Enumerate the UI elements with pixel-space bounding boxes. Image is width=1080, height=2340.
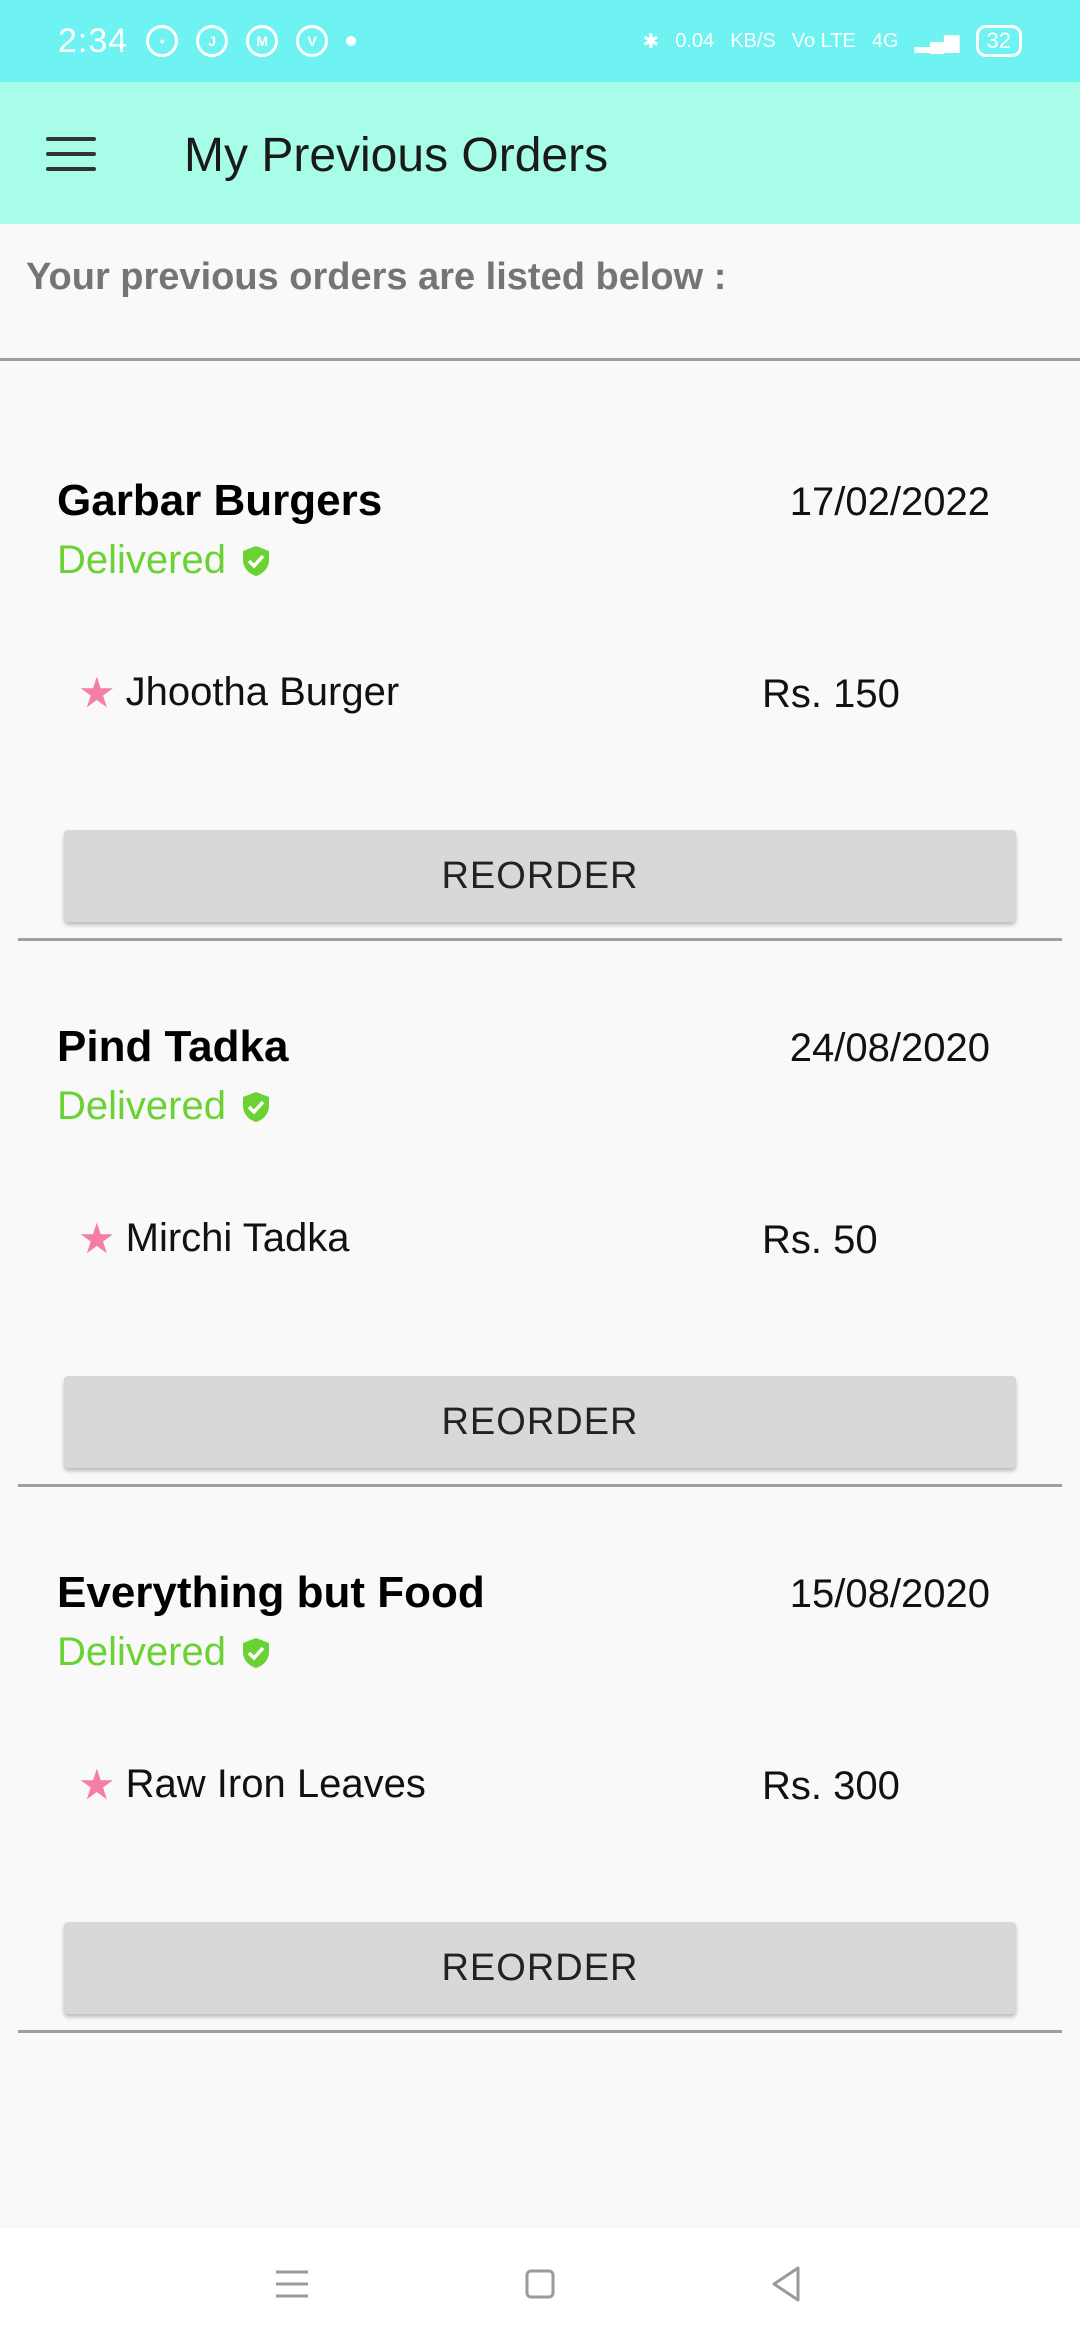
restaurant-name: Pind Tadka — [57, 1022, 289, 1071]
order-item: ★ Raw Iron Leaves — [78, 1762, 426, 1807]
status-label: Delivered — [57, 1630, 226, 1674]
order-card: Everything but Food 15/08/2020 Delivered… — [0, 1488, 1080, 2033]
item-name: Mirchi Tadka — [125, 1216, 350, 1260]
order-status: Delivered — [57, 538, 270, 583]
order-status: Delivered — [57, 1084, 270, 1129]
jio-icon: J — [196, 25, 229, 57]
myjio-icon: M — [246, 25, 279, 57]
app-bar: My Previous Orders — [0, 82, 1080, 224]
order-status: Delivered — [57, 1630, 270, 1675]
volte-label: Vo LTE — [791, 29, 856, 52]
status-right: ✱ 0.04 KB/S Vo LTE 4G ▂▄▆ 32 — [642, 25, 1022, 57]
status-time: 2:34 — [58, 21, 129, 60]
bluetooth-icon: ✱ — [642, 30, 660, 53]
order-card: Pind Tadka 24/08/2020 Delivered ★ Mirchi… — [0, 942, 1080, 1487]
signal-icon: ▂▄▆ — [914, 30, 960, 53]
recents-menu-icon[interactable] — [262, 2254, 322, 2314]
verified-check-icon — [242, 545, 270, 577]
voot-icon: V — [296, 25, 329, 57]
star-icon: ★ — [78, 668, 116, 716]
order-date: 17/02/2022 — [789, 480, 990, 524]
status-label: Delivered — [57, 538, 226, 582]
reorder-button[interactable]: REORDER — [64, 1376, 1016, 1468]
more-notifications-icon — [346, 36, 357, 46]
system-nav-bar — [0, 2228, 1080, 2340]
home-square-icon[interactable] — [510, 2254, 570, 2314]
item-name: Raw Iron Leaves — [125, 1762, 426, 1806]
notification-icon: • — [146, 25, 179, 57]
divider — [0, 358, 1080, 361]
battery-icon: 32 — [975, 25, 1022, 57]
order-date: 15/08/2020 — [789, 1572, 990, 1616]
network-label: 4G — [871, 29, 899, 52]
verified-check-icon — [242, 1091, 270, 1123]
restaurant-name: Garbar Burgers — [57, 476, 383, 525]
order-card: Garbar Burgers 17/02/2022 Delivered ★ Jh… — [0, 396, 1080, 941]
star-icon: ★ — [78, 1760, 116, 1808]
divider — [18, 938, 1062, 941]
hamburger-menu-icon[interactable] — [46, 137, 96, 171]
back-triangle-icon[interactable] — [756, 2254, 816, 2314]
status-label: Delivered — [57, 1084, 226, 1128]
reorder-button[interactable]: REORDER — [64, 1922, 1016, 2014]
verified-check-icon — [242, 1637, 270, 1669]
item-price: Rs. 300 — [762, 1764, 900, 1808]
reorder-button[interactable]: REORDER — [64, 830, 1016, 922]
divider — [18, 2030, 1062, 2033]
restaurant-name: Everything but Food — [57, 1568, 485, 1617]
order-item: ★ Jhootha Burger — [78, 670, 399, 715]
divider — [18, 1484, 1062, 1487]
order-date: 24/08/2020 — [789, 1026, 990, 1070]
order-item: ★ Mirchi Tadka — [78, 1216, 349, 1261]
item-name: Jhootha Burger — [125, 670, 400, 714]
status-bar: 2:34 • J M V ✱ 0.04 KB/S Vo LTE 4G ▂▄▆ 3… — [0, 0, 1080, 82]
status-left: 2:34 • J M V — [58, 21, 357, 61]
item-price: Rs. 150 — [762, 672, 900, 716]
page-title: My Previous Orders — [184, 129, 609, 182]
star-icon: ★ — [78, 1214, 116, 1262]
net-unit: KB/S — [730, 29, 776, 52]
orders-subtitle: Your previous orders are listed below : — [26, 256, 727, 298]
net-speed: 0.04 — [675, 29, 715, 52]
item-price: Rs. 50 — [762, 1218, 878, 1262]
